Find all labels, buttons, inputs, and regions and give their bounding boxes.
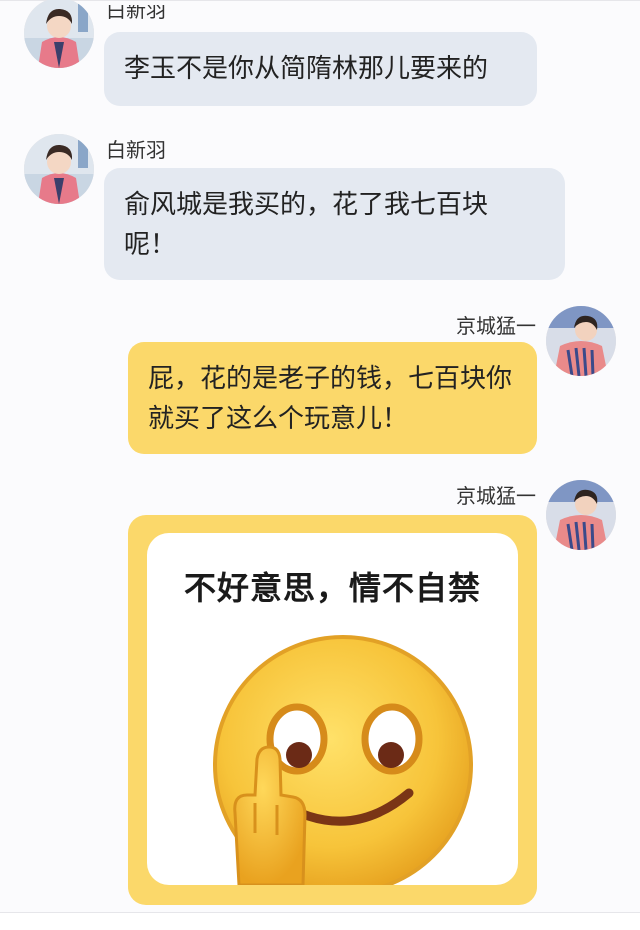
avatar-illustration-icon xyxy=(546,480,616,550)
sender-name: 白新羽 xyxy=(106,138,166,162)
sender-name: 京城猛一 xyxy=(456,314,536,338)
message-bubble[interactable]: 李玉不是你从简隋林那儿要来的 xyxy=(104,32,537,106)
message-bubble[interactable]: 俞风城是我买的，花了我七百块呢！ xyxy=(104,168,565,280)
sender-name: 京城猛一 xyxy=(456,484,536,508)
avatar[interactable] xyxy=(546,480,616,550)
divider xyxy=(0,0,640,1)
sticker-message[interactable]: 不好意思，情不自禁 xyxy=(128,515,537,905)
avatar-illustration-icon xyxy=(546,306,616,376)
avatar[interactable] xyxy=(24,134,94,204)
avatar[interactable] xyxy=(546,306,616,376)
smiley-middle-finger-icon xyxy=(213,635,473,885)
avatar[interactable] xyxy=(24,0,94,68)
avatar-illustration-icon xyxy=(24,0,94,68)
chat-window: 白新羽 李玉不是你从简隋林那儿要来的 白新羽 俞风城是我买的，花了我七百块呢！ … xyxy=(0,0,640,930)
input-bar[interactable] xyxy=(0,912,640,930)
sender-name: 白新羽 xyxy=(106,0,166,22)
sticker-image: 不好意思，情不自禁 xyxy=(147,533,518,885)
avatar-illustration-icon xyxy=(24,134,94,204)
message-bubble[interactable]: 屁，花的是老子的钱，七百块你就买了这么个玩意儿！ xyxy=(128,342,537,454)
